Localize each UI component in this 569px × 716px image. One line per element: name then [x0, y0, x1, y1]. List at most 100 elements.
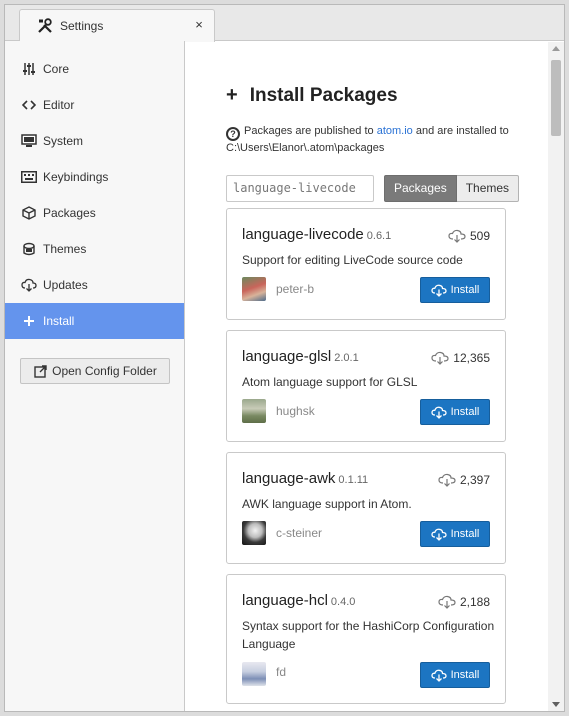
search-input[interactable]: language-livecode	[226, 175, 374, 202]
package-author[interactable]: fd	[276, 665, 286, 679]
page-title: + Install Packages	[226, 84, 398, 107]
paintcan-icon	[21, 241, 37, 257]
install-button[interactable]: Install	[420, 277, 490, 303]
package-name[interactable]: language-hcl 0.4.0	[242, 592, 355, 609]
install-button[interactable]: Install	[420, 662, 490, 688]
package-icon	[21, 205, 37, 221]
keyboard-icon	[21, 169, 37, 185]
package-description: AWK language support in Atom.	[242, 497, 412, 511]
cloud-download-icon	[438, 473, 456, 487]
avatar[interactable]	[242, 521, 266, 545]
tab-settings[interactable]: Settings ×	[19, 9, 215, 42]
download-count: 2,188	[438, 595, 490, 609]
cloud-download-icon	[438, 595, 456, 609]
cloud-download-icon	[21, 277, 37, 293]
install-label: Install	[450, 284, 480, 296]
sidebar-item-keybindings[interactable]: Keybindings	[5, 159, 184, 195]
themes-toggle-button[interactable]: Themes	[456, 175, 520, 202]
sidebar-item-label: Keybindings	[43, 170, 109, 184]
package-card: language-glsl 2.0.1 12,365 Atom language …	[226, 330, 506, 442]
cloud-download-icon	[430, 527, 447, 541]
sidebar-item-editor[interactable]: Editor	[5, 87, 184, 123]
install-button[interactable]: Install	[420, 399, 490, 425]
sidebar-item-updates[interactable]: Updates	[5, 267, 184, 303]
open-config-folder-button[interactable]: Open Config Folder	[20, 358, 170, 384]
atom-io-link[interactable]: atom.io	[377, 125, 413, 137]
package-name-text: language-livecode	[242, 226, 364, 243]
package-card: language-hcl 0.4.0 2,188 Syntax support f…	[226, 574, 506, 704]
code-icon	[21, 97, 37, 113]
sidebar-item-system[interactable]: System	[5, 123, 184, 159]
sidebar-item-install[interactable]: Install	[5, 303, 184, 339]
question-icon: ?	[226, 127, 240, 141]
sidebar-item-core[interactable]: Core	[5, 51, 184, 87]
install-label: Install	[450, 669, 480, 681]
sidebar-item-label: Themes	[43, 242, 87, 256]
sidebar-item-label: Editor	[43, 98, 75, 112]
settings-window: Settings × Core Editor System Keybinding…	[4, 4, 565, 712]
open-config-folder-label: Open Config Folder	[52, 364, 157, 378]
plus-icon	[21, 313, 37, 329]
download-count-text: 509	[469, 229, 490, 243]
download-count-text: 2,188	[459, 595, 490, 609]
scrollbar[interactable]	[548, 42, 564, 711]
scroll-down-arrow-icon[interactable]	[552, 702, 560, 707]
package-name-text: language-awk	[242, 470, 336, 487]
sliders-icon	[21, 61, 37, 77]
package-name[interactable]: language-glsl 2.0.1	[242, 348, 359, 365]
link-external-icon	[33, 364, 47, 378]
sidebar-item-label: System	[43, 134, 84, 148]
sidebar-item-themes[interactable]: Themes	[5, 231, 184, 267]
package-card: language-livecode 0.6.1 509 Support for e…	[226, 208, 506, 320]
install-label: Install	[450, 528, 480, 540]
download-count-text: 12,365	[453, 351, 490, 365]
monitor-icon	[21, 133, 37, 149]
download-count: 509	[448, 229, 490, 243]
avatar[interactable]	[242, 662, 266, 686]
package-name[interactable]: language-awk 0.1.11	[242, 470, 368, 487]
package-version: 0.4.0	[330, 596, 356, 608]
close-icon[interactable]: ×	[192, 18, 206, 32]
package-name-text: language-glsl	[242, 348, 332, 365]
search-type-toggle: Packages Themes	[384, 175, 520, 202]
cloud-download-icon	[431, 351, 449, 365]
tab-bar: Settings ×	[5, 5, 564, 42]
sidebar-item-packages[interactable]: Packages	[5, 195, 184, 231]
install-label: Install	[450, 406, 480, 418]
plus-icon: +	[226, 84, 238, 106]
info-prefix: Packages are published to	[244, 125, 377, 137]
scroll-up-arrow-icon[interactable]	[552, 46, 560, 51]
package-description: Syntax support for the HashiCorp Configu…	[242, 619, 495, 651]
package-version: 0.1.11	[338, 474, 369, 486]
cloud-download-icon	[430, 668, 447, 682]
page-title-text: Install Packages	[249, 84, 398, 106]
cloud-download-icon	[430, 405, 447, 419]
install-info: ? Packages are published to atom.io and a…	[226, 124, 526, 156]
sidebar-item-label: Updates	[43, 278, 88, 292]
sidebar-item-label: Install	[43, 314, 75, 328]
sidebar-item-label: Core	[43, 62, 70, 76]
cloud-download-icon	[430, 283, 447, 297]
package-author[interactable]: hughsk	[276, 404, 315, 418]
scroll-thumb[interactable]	[551, 60, 561, 136]
package-version: 0.6.1	[366, 230, 392, 242]
tab-title: Settings	[60, 19, 104, 33]
package-card: language-awk 0.1.11 2,397 AWK language su…	[226, 452, 506, 564]
download-count: 2,397	[438, 473, 490, 487]
avatar[interactable]	[242, 399, 266, 423]
tools-icon	[36, 17, 54, 35]
download-count-text: 2,397	[459, 473, 490, 487]
packages-toggle-button[interactable]: Packages	[384, 175, 457, 202]
package-version: 2.0.1	[334, 352, 359, 364]
package-name[interactable]: language-livecode 0.6.1	[242, 226, 391, 243]
package-description: Atom language support for GLSL	[242, 375, 418, 389]
install-button[interactable]: Install	[420, 521, 490, 547]
avatar[interactable]	[242, 277, 266, 301]
package-description: Support for editing LiveCode source code	[242, 253, 463, 267]
cloud-download-icon	[448, 229, 466, 243]
install-panel: + Install Packages ? Packages are publish…	[186, 42, 548, 711]
package-author[interactable]: c-steiner	[276, 526, 322, 540]
package-author[interactable]: peter-b	[276, 282, 314, 296]
download-count: 12,365	[431, 351, 490, 365]
settings-sidebar: Core Editor System Keybindings Packages …	[5, 41, 185, 711]
